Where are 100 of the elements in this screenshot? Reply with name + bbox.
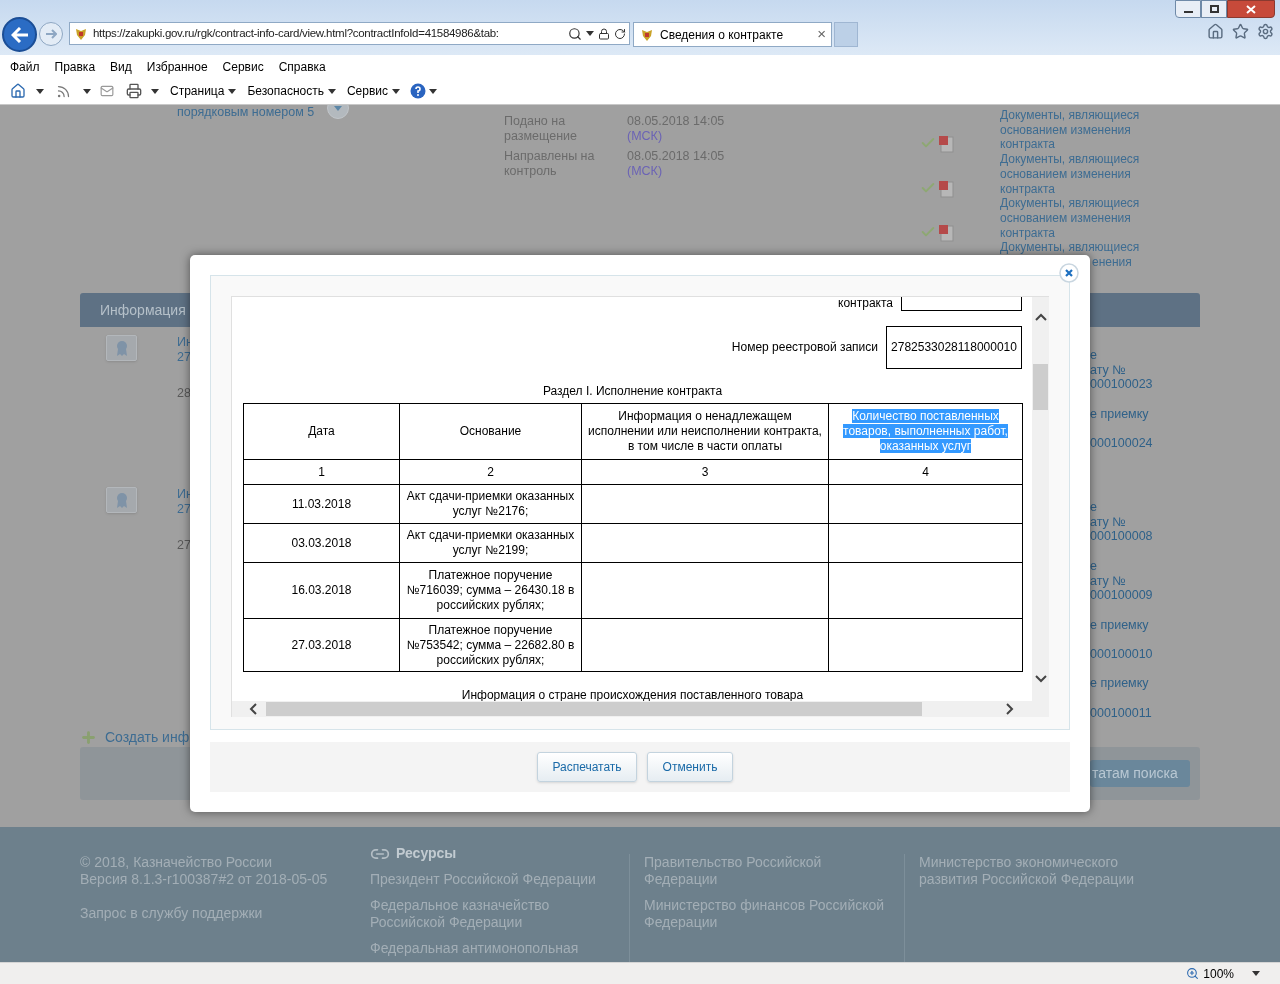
- entry-document-link[interactable]: 000100008: [1090, 529, 1153, 545]
- column-number: 2: [399, 459, 582, 485]
- caret-icon: [586, 31, 594, 36]
- entry-document-link[interactable]: 000100011: [1090, 705, 1152, 721]
- scroll-thumb[interactable]: [1033, 364, 1048, 410]
- search-icon[interactable]: [568, 26, 582, 41]
- scroll-right-icon[interactable]: [1006, 703, 1014, 715]
- entry-link[interactable]: 27: [177, 349, 191, 365]
- entry-note: 27: [177, 538, 191, 554]
- resources-heading: Ресурсы: [396, 845, 457, 862]
- home-icon[interactable]: [1207, 23, 1224, 40]
- pdf-file-icon: [938, 179, 954, 198]
- pdf-file-icon: [938, 224, 954, 242]
- document-link[interactable]: Документы, являющиеся основанием изменения контракта: [1000, 108, 1165, 153]
- field-label: Номер реестровой записи: [731, 340, 878, 355]
- section-title: Информация: [100, 302, 186, 318]
- entry-document-link[interactable]: е: [1090, 348, 1097, 363]
- scroll-down-icon[interactable]: [1034, 675, 1047, 683]
- help-icon[interactable]: [410, 83, 427, 99]
- back-button[interactable]: [2, 17, 37, 52]
- basis-cell: Платежное поручение №753542; сумма – 22682.80 в российских рублях;: [399, 618, 582, 672]
- basis-cell: Платежное поручение №716039; сумма – 26430.18 в российских рублях;: [399, 562, 582, 619]
- back-arrow-icon: [10, 26, 29, 43]
- entry-document-link[interactable]: ату №: [1090, 514, 1126, 530]
- cancel-button[interactable]: Отменить: [647, 752, 733, 782]
- scroll-left-icon[interactable]: [249, 703, 257, 715]
- url-text: https://zakupki.gov.ru/rgk/contract-info-card/view.html?contractInfoId=41584986&tab:: [93, 25, 500, 41]
- menu-item[interactable]: Справка: [278, 57, 326, 76]
- entry-document-link[interactable]: е: [1090, 558, 1097, 574]
- document-link[interactable]: Документы, являющиеся: [1000, 240, 1140, 256]
- entry-document-link[interactable]: 000100009: [1090, 588, 1153, 603]
- mail-icon[interactable]: [100, 84, 114, 98]
- caret-icon: [36, 88, 44, 94]
- feed-icon[interactable]: [56, 83, 71, 99]
- column-header: Основание: [399, 403, 582, 460]
- entry-document-link[interactable]: ату №: [1090, 573, 1126, 589]
- close-icon[interactable]: [1059, 263, 1079, 283]
- refresh-icon[interactable]: [614, 27, 626, 40]
- forward-arrow-icon: [45, 29, 57, 39]
- address-bar[interactable]: https://zakupki.gov.ru/rgk/contract-info-card/view.html?contractInfoId=41584986&tab:: [69, 22, 630, 45]
- scroll-thumb[interactable]: [266, 702, 922, 716]
- document-link-fragment[interactable]: енения: [1092, 255, 1132, 270]
- browser-tab[interactable]: Сведения о контракте ×: [633, 22, 832, 47]
- document-link[interactable]: Документы, являющиеся основанием изменения контракта: [1000, 196, 1165, 241]
- entry-document-link[interactable]: е приемку: [1090, 676, 1149, 692]
- tab-close-button[interactable]: ×: [817, 23, 826, 46]
- entry-document-link[interactable]: е приемку: [1090, 617, 1149, 633]
- menu-item[interactable]: Избранное: [146, 57, 208, 76]
- horizontal-scrollbar[interactable]: [232, 701, 1032, 717]
- pdf-file-icon: [938, 135, 954, 153]
- entry-link[interactable]: 27: [177, 501, 191, 517]
- caret-icon: [1252, 971, 1260, 976]
- create-link[interactable]: Создать инф: [105, 730, 190, 745]
- caret-icon: [429, 88, 438, 94]
- print-icon[interactable]: [126, 83, 142, 99]
- entry-document-link[interactable]: е: [1090, 500, 1097, 515]
- close-icon: [1246, 4, 1256, 14]
- section-heading: Информация о стране происхождения поставленного товара: [460, 688, 805, 701]
- favorites-star-icon[interactable]: [1232, 23, 1249, 40]
- command-menu[interactable]: Страница: [170, 82, 237, 100]
- registry-number: 2782533028118000010: [886, 326, 1022, 369]
- tab-title: Сведения о контракте: [660, 26, 785, 44]
- zoom-icon[interactable]: [1186, 967, 1200, 980]
- column-number: 3: [581, 459, 829, 485]
- caret-icon: [151, 88, 159, 94]
- vertical-scrollbar[interactable]: [1032, 297, 1049, 701]
- minimize-button[interactable]: [1175, 0, 1201, 18]
- home-icon[interactable]: [10, 83, 26, 99]
- timezone-link[interactable]: (МСК): [627, 164, 725, 179]
- caret-icon: [228, 88, 237, 94]
- scroll-up-icon[interactable]: [1034, 313, 1047, 321]
- document-link[interactable]: Документы, являющиеся основанием изменения контракта: [1000, 152, 1165, 197]
- settings-icon[interactable]: [1257, 23, 1274, 40]
- column-number: 1: [243, 459, 400, 485]
- entry-document-link[interactable]: 000100010: [1090, 647, 1153, 662]
- entry-document-link[interactable]: 000100024: [1090, 436, 1153, 451]
- command-menu[interactable]: Сервис: [346, 82, 401, 100]
- menu-item[interactable]: Правка: [54, 57, 96, 76]
- maximize-button[interactable]: [1201, 0, 1227, 18]
- entry-document-link[interactable]: ату №: [1090, 362, 1126, 378]
- close-button[interactable]: [1227, 0, 1275, 18]
- entry-document-link[interactable]: 000100023: [1090, 377, 1153, 393]
- command-menu[interactable]: Безопасность: [247, 82, 336, 100]
- basis-cell: Акт сдачи-приемки оказанных услуг №2176;: [399, 484, 582, 524]
- search-results-button[interactable]: татам поиска: [1090, 760, 1190, 787]
- column-header: Информация о ненадлежащем исполнении или неисполнении контракта, в том числе в части оплаты: [581, 403, 829, 460]
- date-cell: 16.03.2018: [243, 562, 400, 619]
- caret-icon: [392, 88, 401, 94]
- date-cell: 11.03.2018: [243, 484, 400, 524]
- section-heading: Раздел I. Исполнение контракта: [541, 384, 724, 399]
- timezone-link[interactable]: (МСК): [627, 128, 725, 144]
- print-button[interactable]: Распечатать: [537, 752, 637, 782]
- menu-item[interactable]: Сервис: [222, 57, 264, 76]
- plus-icon: [80, 729, 97, 746]
- order-number-link[interactable]: порядковым номером 5: [177, 105, 315, 120]
- date-cell: 27.03.2018: [243, 618, 400, 672]
- menu-item[interactable]: Вид: [110, 57, 132, 76]
- entry-document-link[interactable]: е приемку: [1090, 406, 1149, 422]
- menu-item[interactable]: Файл: [10, 57, 40, 76]
- zoom-level[interactable]: 100%: [1203, 964, 1234, 983]
